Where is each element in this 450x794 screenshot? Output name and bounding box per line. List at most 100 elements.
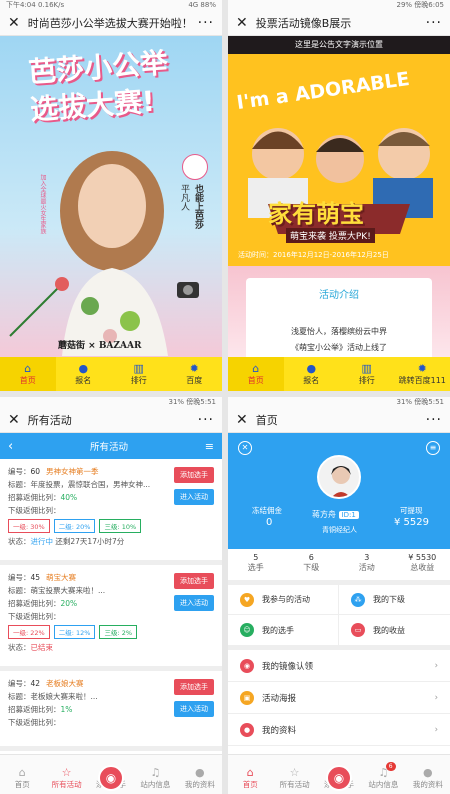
stat-value: ¥ 5530	[408, 553, 437, 562]
nav-activities[interactable]: ☆ 所有活动	[272, 766, 316, 794]
frozen-label: 冻结佣金	[252, 506, 282, 515]
stat-label: 选手	[247, 563, 264, 572]
nav-ranking[interactable]: ▥ 排行	[339, 357, 395, 391]
more-icon[interactable]: ···	[426, 15, 442, 31]
bottom-nav: ⌂首页 ☆所有活动 ◉添加选手 ♫6站内信息 ●我的资料	[228, 754, 450, 794]
menu-label: 我的资料	[262, 725, 297, 736]
nav-home[interactable]: ⌂ 首页	[0, 357, 56, 391]
gear-icon: ✹	[417, 362, 427, 375]
avatar[interactable]	[317, 455, 361, 499]
close-icon[interactable]: ✕	[8, 15, 20, 31]
menu-icon[interactable]: ≡	[205, 440, 214, 453]
menu-activity-poster[interactable]: ▣ 活动海报 ›	[228, 682, 450, 714]
close-icon[interactable]: ✕	[236, 15, 248, 31]
stat-players[interactable]: 5 选手	[228, 553, 284, 580]
stat-subordinates[interactable]: 6 下级	[284, 553, 340, 580]
time-remaining: 还剩27天17小时7分	[55, 537, 125, 546]
screen-vote-mirror-b: 29% 傍晚6:05 ✕ 投票活动镜像B展示 ··· 这里是公告文字演示位置 I…	[228, 0, 450, 391]
card-lower-row: 下级返佣比列：	[8, 610, 214, 623]
side-text-2: 平凡人	[179, 184, 189, 211]
profile-icon: ●	[240, 722, 254, 737]
nav-ranking[interactable]: ▥ 排行	[111, 357, 167, 391]
more-icon[interactable]: ···	[198, 412, 214, 428]
label: 编号：	[8, 467, 31, 476]
stat-value: 5	[253, 553, 259, 562]
nav-profile[interactable]: ● 我的资料	[178, 766, 222, 794]
status-bar: 29% 傍晚6:05	[228, 0, 450, 10]
close-circle-icon[interactable]: ✕	[238, 441, 252, 455]
grid-label: 我参与的活动	[262, 595, 310, 604]
sticker-badge	[182, 154, 208, 180]
nav-label: 报名	[303, 376, 320, 385]
event-time: 活动时间：2016年12月12日-2016年12月25日	[238, 250, 389, 260]
stat-activities[interactable]: 3 活动	[339, 553, 395, 580]
screen-home-dashboard: 31% 傍晚5:51 ✕ 首页 ··· ✕ ≡ 冻结佣金 0 蒋方舟 ID:1 …	[228, 397, 450, 794]
nav-add-player[interactable]: ◉添加选手	[317, 765, 361, 794]
more-icon[interactable]: ···	[426, 412, 442, 428]
card-state-row: 状态：进行中 还剩27天17小时7分	[8, 535, 214, 548]
activity-card: 编号：45 萌宝大赛 标题：萌宝投票大赛来啦！... 招募返佣比列：20% 下级返佣比列…	[0, 565, 222, 671]
enter-activity-button[interactable]: 进入活动	[174, 595, 214, 611]
nav-add-player[interactable]: ◉添加选手	[89, 765, 133, 794]
screen-bazaar-contest: 下午4:04 0.16K/s 4G 88% ✕ 时尚芭莎小公举选拔大赛开始啦！ ·…	[0, 0, 222, 391]
add-player-button[interactable]: 添加选手	[174, 573, 214, 589]
label: 下级返佣比列：	[8, 506, 61, 515]
add-player-button[interactable]: 添加选手	[174, 467, 214, 483]
nav-home[interactable]: ⌂ 首页	[228, 766, 272, 794]
group-icon: ☺	[240, 623, 254, 637]
stat-label: 总收益	[410, 563, 435, 572]
nav-baidu[interactable]: ✹ 跳转百度111	[395, 357, 450, 391]
label: 状态：	[8, 643, 31, 652]
nav-home[interactable]: ⌂ 首页	[228, 357, 284, 391]
withdraw-label: 可提现	[400, 506, 423, 515]
title-bar: ✕ 投票活动镜像B展示 ···	[228, 10, 450, 36]
label: 招募返佣比列：	[8, 493, 61, 502]
menu-label: 我的镜像认领	[262, 661, 314, 672]
nav-home[interactable]: ⌂ 首页	[0, 766, 44, 794]
grid-my-income[interactable]: ▭ 我的收益	[339, 615, 450, 645]
card-subject-row: 标题：老板娘大赛来啦！...	[8, 690, 166, 703]
nav-profile[interactable]: ● 我的资料	[406, 766, 450, 794]
user-icon: ●	[306, 362, 317, 375]
nav-label: 跳转百度111	[398, 376, 446, 385]
menu-icon[interactable]: ≡	[426, 441, 440, 455]
menu-my-profile[interactable]: ● 我的资料 ›	[228, 714, 450, 746]
nav-baidu[interactable]: ✹ 百度	[167, 357, 223, 391]
grid-my-subordinates[interactable]: ⁂ 我的下级	[339, 585, 450, 615]
status-bar: 31% 傍晚5:51	[0, 397, 222, 407]
grid-my-activities[interactable]: ♥ 我参与的活动	[228, 585, 339, 615]
nav-label: 站内信息	[368, 780, 399, 789]
activity-subject: 萌宝投票大赛来啦！...	[30, 586, 106, 595]
more-icon[interactable]: ···	[198, 15, 214, 31]
enter-activity-button[interactable]: 进入活动	[174, 489, 214, 505]
add-player-button[interactable]: 添加选手	[174, 679, 214, 695]
activity-subject: 老板娘大赛来啦！...	[30, 692, 98, 701]
nav-activities[interactable]: ☆ 所有活动	[44, 766, 88, 794]
camera-icon: ◉	[98, 765, 125, 791]
nav-messages[interactable]: ♫ 站内信息	[133, 766, 177, 794]
chevron-right-icon: ›	[434, 692, 438, 703]
person-icon: ●	[423, 766, 433, 779]
nav-label: 首页	[14, 780, 30, 789]
stat-income[interactable]: ¥ 5530 总收益	[395, 553, 450, 580]
home-icon: ⌂	[246, 766, 254, 779]
status-bar: 31% 傍晚5:51	[228, 397, 450, 407]
menu-label: 活动海报	[262, 693, 297, 704]
close-icon[interactable]: ✕	[236, 412, 248, 428]
nav-label: 我的资料	[184, 780, 215, 789]
bottom-nav: ⌂ 首页 ● 报名 ▥ 排行 ✹ 跳转百度111	[228, 357, 450, 391]
grid-label: 我的下级	[373, 595, 405, 604]
nav-messages[interactable]: ♫ 6 站内信息	[361, 762, 405, 794]
side-text-3: 加入全球最火女生家族	[39, 174, 46, 234]
nav-label: 排行	[130, 376, 147, 385]
label: 状态：	[8, 537, 31, 546]
grid-my-players[interactable]: ☺ 我的选手	[228, 615, 339, 645]
nav-signup[interactable]: ● 报名	[284, 357, 340, 391]
enter-activity-button[interactable]: 进入活动	[174, 701, 214, 717]
star-icon: ☆	[61, 766, 72, 779]
nav-signup[interactable]: ● 报名	[56, 357, 112, 391]
activity-number: 45	[30, 573, 41, 582]
star-icon: ☆	[289, 766, 300, 779]
menu-mirror-claim[interactable]: ◉ 我的镜像认领 ›	[228, 650, 450, 682]
close-icon[interactable]: ✕	[8, 412, 20, 428]
